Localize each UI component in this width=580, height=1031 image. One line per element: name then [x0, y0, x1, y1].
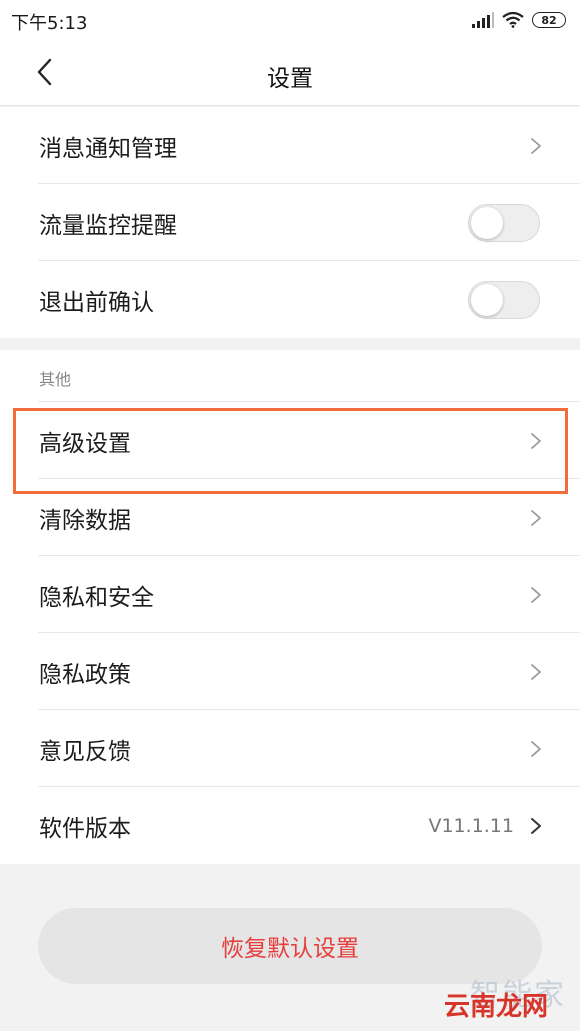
watermark-site-text: 云南龙网 — [444, 992, 549, 1022]
status-bar: 下午5:13 82 — [0, 0, 580, 40]
page-title: 设置 — [267, 66, 313, 92]
app-header: 设置 — [0, 40, 580, 106]
row-software-version[interactable]: 软件版本 V11.1.11 — [0, 787, 580, 864]
battery-level: 82 — [541, 13, 557, 27]
row-advanced-settings[interactable]: 高级设置 — [0, 402, 580, 479]
chevron-right-icon — [531, 817, 541, 834]
reset-default-button[interactable]: 恢复默认设置 — [38, 908, 542, 984]
traffic-monitor-toggle[interactable] — [468, 203, 540, 242]
row-label: 意见反馈 — [39, 738, 131, 765]
chevron-right-icon — [531, 586, 541, 603]
battery-icon: 82 — [532, 12, 566, 28]
reset-default-label: 恢复默认设置 — [221, 936, 359, 962]
chevron-right-icon — [531, 509, 541, 526]
row-label: 退出前确认 — [39, 289, 154, 316]
settings-section-other: 其他 高级设置 清除数据 隐私和安全 隐私政策 意见反馈 软件版本 V11.1.… — [0, 350, 580, 864]
row-clear-data[interactable]: 清除数据 — [0, 479, 580, 556]
group-label: 其他 — [39, 370, 72, 389]
row-label: 流量监控提醒 — [39, 212, 177, 239]
row-feedback[interactable]: 意见反馈 — [0, 710, 580, 787]
chevron-right-icon — [531, 740, 541, 757]
row-label: 隐私和安全 — [39, 584, 154, 611]
chevron-right-icon — [531, 137, 541, 154]
status-icons: 82 — [472, 10, 566, 30]
row-label: 高级设置 — [39, 430, 131, 457]
row-label: 消息通知管理 — [39, 135, 177, 162]
row-traffic-monitor: 流量监控提醒 — [0, 184, 580, 261]
toggle-knob — [471, 206, 503, 239]
exit-confirm-toggle[interactable] — [468, 280, 540, 319]
row-privacy-policy[interactable]: 隐私政策 — [0, 633, 580, 710]
toggle-knob — [471, 283, 503, 316]
row-message-notification[interactable]: 消息通知管理 — [0, 107, 580, 184]
group-header: 其他 — [0, 350, 580, 402]
signal-icon — [472, 12, 494, 28]
wifi-icon — [502, 12, 524, 28]
row-label: 软件版本 — [39, 815, 131, 842]
row-label: 隐私政策 — [39, 661, 131, 688]
settings-section-main: 消息通知管理 流量监控提醒 退出前确认 — [0, 107, 580, 338]
chevron-right-icon — [531, 663, 541, 680]
status-time: 下午5:13 — [11, 13, 88, 34]
row-privacy-security[interactable]: 隐私和安全 — [0, 556, 580, 633]
row-exit-confirm: 退出前确认 — [0, 261, 580, 338]
version-value: V11.1.11 — [428, 814, 514, 837]
row-label: 清除数据 — [39, 507, 131, 534]
chevron-right-icon — [531, 432, 541, 449]
